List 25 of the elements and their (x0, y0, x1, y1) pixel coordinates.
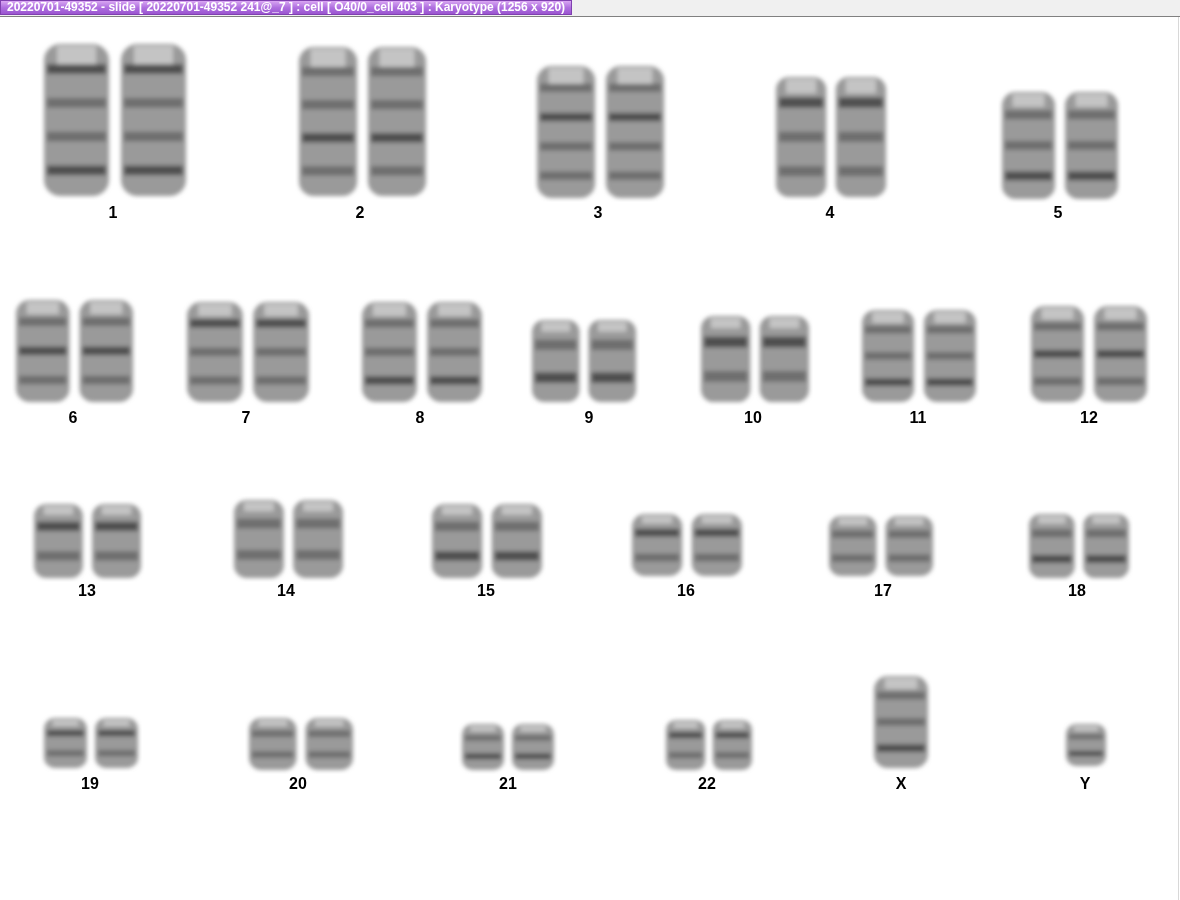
chromosome-label: 13 (78, 582, 96, 600)
chromosome-label: 2 (355, 204, 365, 222)
chromosome-label: 8 (415, 409, 425, 427)
chromosome-label: 9 (584, 409, 594, 427)
chromosome-label: 22 (698, 775, 716, 793)
chromosome-label: X (895, 775, 907, 793)
chromosome-label: Y (1079, 775, 1091, 793)
chromosome-label: 4 (825, 204, 835, 222)
chromosome-label: 6 (68, 409, 78, 427)
window-title-tab[interactable]: 20220701-49352 - slide [ 20220701-49352 241@_7 ] : cell [ O40/0_cell 403 ] : Karyotype (1256 x 920) (0, 0, 573, 15)
chromosome-label: 7 (241, 409, 251, 427)
chromosome-label: 19 (81, 775, 99, 793)
chromosome-label: 18 (1068, 582, 1086, 600)
chromosome-label: 12 (1080, 409, 1098, 427)
chromosome-label: 16 (677, 582, 695, 600)
chromosome-label: 3 (593, 204, 603, 222)
chromosome-label: 15 (477, 582, 495, 600)
chromosome-label: 5 (1053, 204, 1063, 222)
chromosome-label: 21 (499, 775, 517, 793)
chromosome-label: 11 (909, 409, 927, 427)
chromosome-label: 1 (108, 204, 118, 222)
chromosome-label: 17 (874, 582, 892, 600)
chromosome-label: 10 (744, 409, 762, 427)
chromosome-label: 20 (289, 775, 307, 793)
chromosome-label: 14 (277, 582, 295, 600)
